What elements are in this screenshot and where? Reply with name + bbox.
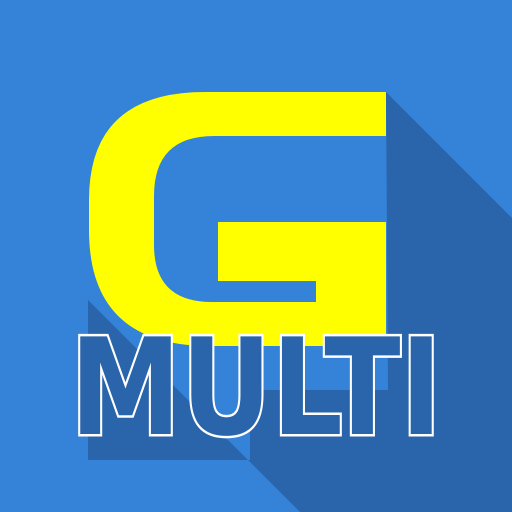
app-icon: MULTI bbox=[0, 0, 512, 512]
app-icon-graphic: MULTI bbox=[0, 0, 512, 512]
multi-label: MULTI bbox=[70, 310, 442, 466]
